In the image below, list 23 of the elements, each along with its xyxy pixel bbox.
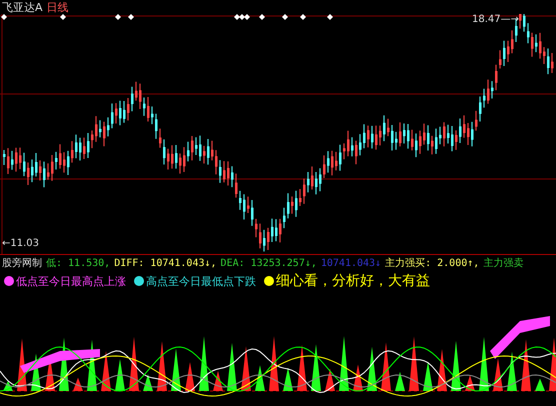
signal-marker-icon	[327, 14, 333, 20]
band-area	[490, 316, 550, 359]
signal-marker-icon	[259, 14, 265, 20]
indicator-value: 主力强买: 2.000↑,	[385, 256, 480, 270]
period-label: 日线	[46, 0, 69, 14]
signal-marker-icon	[282, 14, 288, 20]
indicator-value: DIFF: 10741.043↓,	[114, 258, 217, 268]
signal-marker-icon	[60, 14, 66, 20]
legend-text: 高点至今日最低点下跌	[146, 274, 256, 288]
signal-marker-icon	[128, 14, 134, 20]
indicator-name: 股旁网制	[2, 256, 42, 270]
low-price-label: ←11.03	[2, 238, 40, 249]
indicator-value: 低: 11.530,	[46, 257, 110, 270]
high-price-label: 18.47—→	[472, 14, 520, 25]
signal-marker-icon	[300, 14, 306, 20]
indicator-value: 10741.043↓	[320, 258, 382, 268]
legend-text: 低点至今日最高点上涨	[16, 274, 126, 288]
signal-marker-icon	[115, 14, 121, 20]
indicator-value: DEA: 13253.257↓,	[220, 258, 317, 268]
legend-text: 细心看，分析好，大有益	[276, 272, 430, 290]
stock-name: 飞亚达A	[2, 0, 43, 14]
indicator-value: 主力强卖	[483, 256, 524, 270]
signal-marker-icon	[1, 14, 7, 20]
